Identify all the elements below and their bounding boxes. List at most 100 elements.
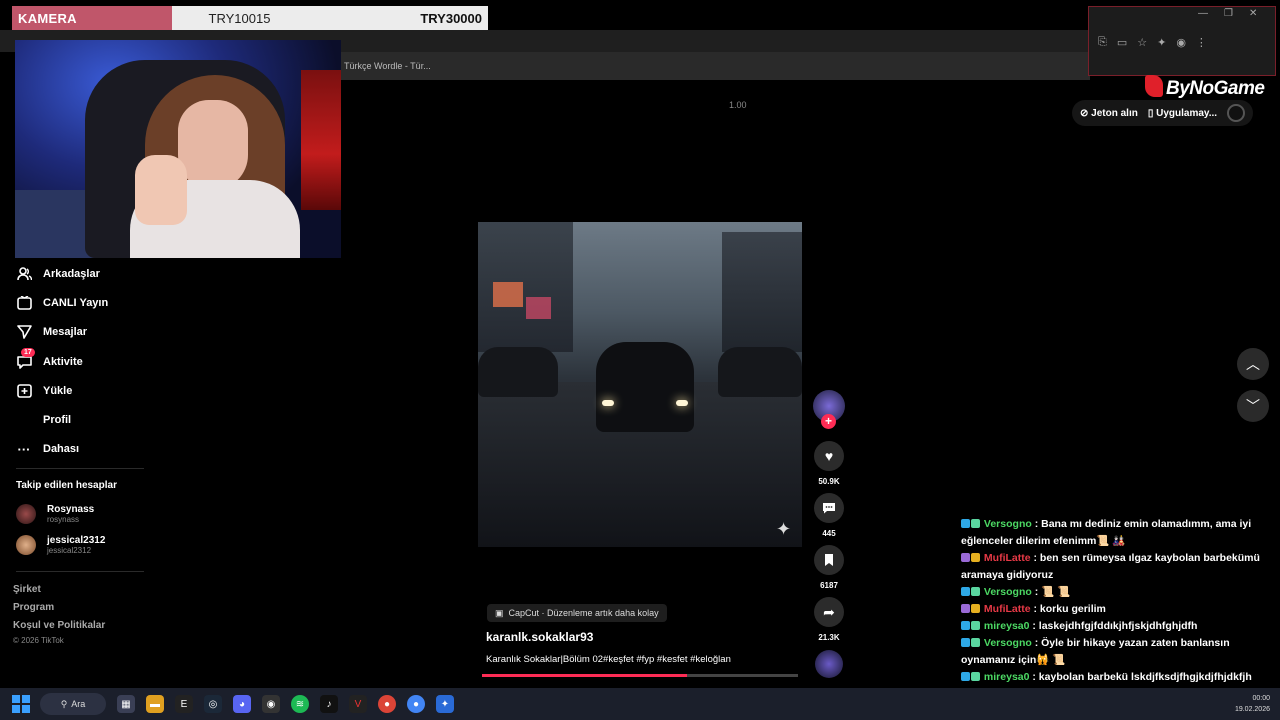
stream-donation-bar: KAMERA TRY10015 TRY30000 [12,6,488,30]
chrome-icon[interactable]: ● [378,695,396,713]
video-headlight [676,400,688,406]
save-count: 6187 [820,581,838,590]
comment-action[interactable]: 445 [812,493,846,538]
sidebar-item-messages[interactable]: Mesajlar [16,318,166,347]
steam-icon[interactable]: ◎ [204,695,222,713]
video-description: Karanlık Sokaklar|Bölüm 02#keşfet #fyp #… [486,654,731,665]
epic-games-icon[interactable]: E [175,695,193,713]
sidebar-item-friends[interactable]: Arkadaşlar [16,259,166,288]
sidebar-divider [16,571,144,572]
app-icon[interactable]: V [349,695,367,713]
sidebar-item-activity[interactable]: 17 Aktivite [16,347,166,376]
following-account-jessical2312[interactable]: jessical2312 jessical2312 [16,535,105,555]
translate-icon[interactable]: ⎘ [1098,36,1107,49]
chat-badge-icon [961,638,970,647]
obs-icon[interactable]: ◉ [262,695,280,713]
donation-amount-2: TRY30000 [307,6,488,30]
footer-link-terms[interactable]: Koşul ve Politikalar [13,620,105,631]
chat-message: Versogno : Öyle bir hikaye yazan zaten b… [961,635,1261,669]
sidebar-item-label: Yükle [43,384,73,397]
taskbar-search[interactable]: ⚲ Ara [40,693,106,715]
chrome-active-icon[interactable]: ● [407,695,425,713]
discord-icon[interactable]: ◕ [233,695,251,713]
sidebar-item-upload[interactable]: Yükle [16,376,166,405]
user-avatar[interactable] [1227,104,1246,122]
sidebar-item-live[interactable]: CANLI Yayın [16,288,166,317]
video-author[interactable]: karanlk.sokaklar93 [486,630,593,644]
cast-icon[interactable]: ▭ [1117,36,1127,49]
bookmark-wordle[interactable]: Türkçe Wordle - Tür... [344,61,431,71]
menu-icon[interactable]: ⋮ [1196,36,1207,49]
account-name: Rosynass [47,504,95,515]
minimize-icon[interactable]: — [1198,8,1208,19]
video-car-right [718,347,802,397]
header-actions: ⊘ Jeton alın ▯ Uygulamay... [1072,100,1254,126]
app-blue-icon[interactable]: ✦ [436,695,454,713]
tiktok-icon[interactable]: ♪ [320,695,338,713]
share-action[interactable]: ➦ 21.3K [812,597,846,642]
share-count: 21.3K [818,633,840,642]
chat-username: MufiLatte [983,552,1031,564]
capcut-label: CapCut · Düzenleme artık daha kolay [508,608,659,618]
follow-plus-icon[interactable]: + [821,414,836,429]
sidebar-item-label: Dahası [43,443,80,456]
profile-icon [16,412,32,428]
chat-message: MufiLatte : ben sen rümeysa ılgaz kaybol… [961,550,1261,584]
playback-speed[interactable]: 1.00 [729,100,747,110]
video-headlight [602,400,614,406]
prev-video-button[interactable]: ︿ [1237,348,1269,380]
capcut-icon: ▣ [495,607,504,618]
chat-badge-icon [971,553,980,562]
spotify-icon[interactable]: ≋ [291,695,309,713]
sidebar-item-profile[interactable]: Profil [16,405,166,434]
close-icon[interactable]: ✕ [1249,8,1257,19]
footer-link-program[interactable]: Program [13,602,54,613]
extensions-icon[interactable]: ✦ [1157,36,1166,49]
like-action[interactable]: ♥ 50.9K [812,441,846,486]
video-player[interactable] [478,222,802,547]
video-car-left [478,347,558,397]
chat-text: : kaybolan barbekü lskdjfksdjfhgjkdjfhjd… [1032,671,1252,683]
webcam-overlay [15,40,341,258]
stream-chat: Versogno : Bana mı dediniz emin olamadım… [961,516,1261,703]
friends-icon [16,266,32,282]
chat-text: : laskejdhfgjfddıkjhfjskjdhfghjdfh [1032,620,1198,632]
heart-icon[interactable]: ♥ [814,441,844,471]
search-icon: ⚲ [60,698,68,709]
sidebar-nav: Arkadaşlar CANLI Yayın Mesajlar 17 Aktiv… [16,259,166,464]
copyright: © 2026 TikTok [13,636,64,645]
video-progress-bar[interactable] [482,674,798,677]
sidebar-item-label: Arkadaşlar [43,267,100,280]
get-app-button[interactable]: ▯ Uygulamay... [1148,108,1217,119]
chat-message: mireysa0 : kaybolan barbekü lskdjfksdjfh… [961,669,1261,686]
following-account-rosynass[interactable]: Rosynass rosynass [16,504,94,524]
file-explorer-icon[interactable]: ▬ [146,695,164,713]
profile-icon[interactable]: ◉ [1176,36,1186,49]
restore-icon[interactable]: ❐ [1224,8,1233,19]
music-disc-icon[interactable] [815,650,843,678]
sidebar-divider [16,468,144,469]
sparkle-icon: ✦ [776,519,792,539]
calculator-icon[interactable]: ▦ [117,695,135,713]
taskbar-clock: 00:00 19.02.2026 [1235,693,1270,715]
sidebar-item-label: Mesajlar [43,326,88,339]
star-icon[interactable]: ☆ [1137,36,1147,49]
get-coins-button[interactable]: ⊘ Jeton alın [1080,108,1138,119]
chat-badge-icon [971,621,980,630]
sidebar-item-more[interactable]: ··· Dahası [16,435,166,464]
share-icon[interactable]: ➦ [814,597,844,627]
bynogame-brand: ByNoGame [1166,78,1265,99]
windows-start-icon[interactable] [12,695,30,713]
taskbar-search-label: Ara [71,699,86,709]
video-car-main [596,342,694,432]
following-accounts-title: Takip edilen hesaplar [16,480,117,491]
more-icon: ··· [17,441,31,457]
capcut-tag[interactable]: ▣ CapCut · Düzenleme artık daha kolay [487,604,667,622]
footer-link-company[interactable]: Şirket [13,584,41,595]
comment-icon[interactable] [814,493,844,523]
kamera-label: KAMERA [12,6,172,30]
save-action[interactable]: 6187 [812,545,846,590]
bookmark-icon[interactable] [814,545,844,575]
chat-username: Versogno [983,518,1032,530]
next-video-button[interactable]: ﹀ [1237,390,1269,422]
